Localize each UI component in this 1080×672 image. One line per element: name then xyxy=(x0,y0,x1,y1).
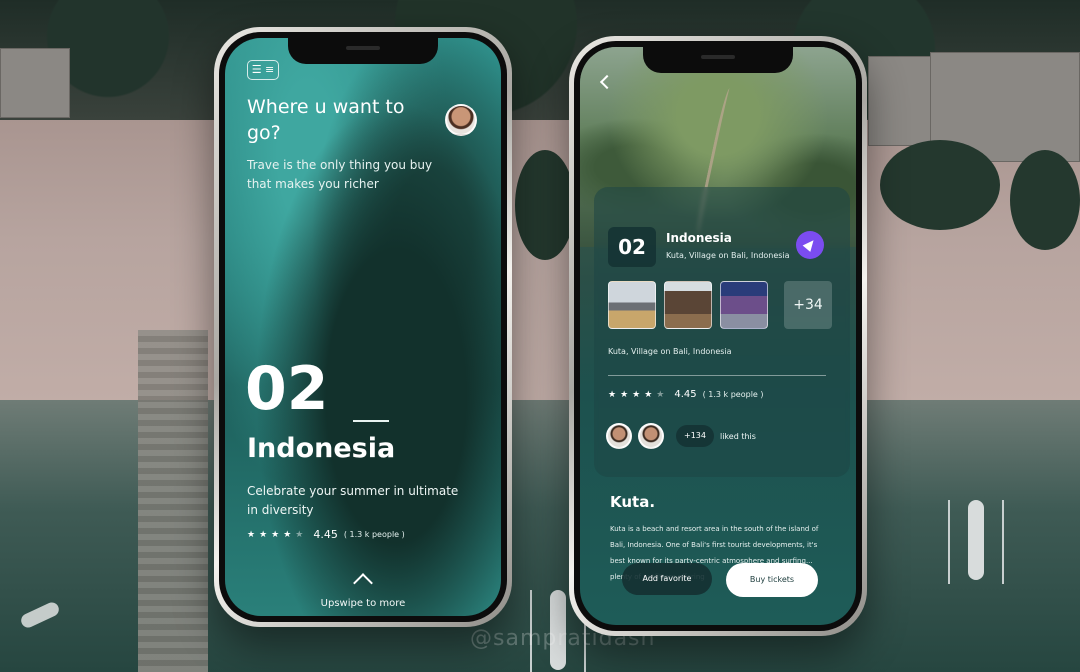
card-rating-row: ★★★★★ 4.45 ( 1.3 k people ) xyxy=(608,389,764,400)
rating-people: ( 1.3 k people ) xyxy=(702,390,764,399)
liker-avatar xyxy=(606,423,632,449)
rating-value: 4.45 xyxy=(313,528,338,541)
liker-avatar xyxy=(638,423,664,449)
chevron-up-icon[interactable] xyxy=(353,573,373,593)
card-number: 02 xyxy=(608,227,656,267)
background-building xyxy=(868,56,932,146)
card-location-full: Kuta, Village on Bali, Indonesia xyxy=(608,347,732,356)
add-favorite-button[interactable]: Add favorite xyxy=(622,563,712,595)
background-pier xyxy=(138,330,208,672)
place-title: Kuta. xyxy=(610,493,656,511)
swipe-hint[interactable]: Upswipe to more xyxy=(225,598,501,609)
rating-stars-icon: ★★★★★ xyxy=(608,389,669,400)
destination-number: 02 xyxy=(245,354,329,424)
gallery-thumbnail-mountain[interactable] xyxy=(608,281,656,329)
destination-card: 02 Indonesia Kuta, Village on Bali, Indo… xyxy=(594,187,850,477)
background-outrigger-boat xyxy=(948,500,1004,584)
number-divider xyxy=(353,420,389,422)
background-building xyxy=(0,48,70,118)
phone-notch xyxy=(643,47,793,73)
gallery-more-button[interactable]: +34 xyxy=(784,281,832,329)
phone-notch xyxy=(288,38,438,64)
buy-tickets-button[interactable]: Buy tickets xyxy=(726,563,818,597)
menu-button[interactable]: ☰ ≡ xyxy=(247,60,279,80)
card-country: Indonesia xyxy=(666,231,732,245)
page-title: Where u want to go? xyxy=(247,96,405,144)
navigate-icon[interactable] xyxy=(796,231,824,259)
liked-text: liked this xyxy=(719,431,756,441)
destination-description: Celebrate your summer in ultimate in div… xyxy=(247,484,459,517)
detail-screen: 02 Indonesia Kuta, Village on Bali, Indo… xyxy=(580,47,856,625)
rating-people: ( 1.3 k people ) xyxy=(343,530,405,539)
phone-mockup-detail: 02 Indonesia Kuta, Village on Bali, Indo… xyxy=(569,36,867,636)
rating-row: ★★★★★ 4.45 ( 1.3 k people ) xyxy=(247,528,405,541)
page-subtitle: Trave is the only thing you buy that mak… xyxy=(247,158,433,191)
rating-value: 4.45 xyxy=(674,389,697,400)
liked-count-badge[interactable]: +134 xyxy=(676,425,714,447)
menu-icon: ☰ ≡ xyxy=(251,63,275,76)
destination-country: Indonesia xyxy=(247,433,396,464)
phone-mockup-home: ☰ ≡ Where u want to go? Trave is the onl… xyxy=(214,27,512,627)
gallery-thumbnail-temple[interactable] xyxy=(664,281,712,329)
card-divider xyxy=(608,375,826,376)
rating-stars-icon: ★★★★★ xyxy=(247,529,308,540)
profile-avatar[interactable] xyxy=(445,104,477,136)
card-location: Kuta, Village on Bali, Indonesia xyxy=(666,251,790,260)
liked-row: +134 liked this xyxy=(606,423,756,449)
gallery-thumbnail-gate[interactable] xyxy=(720,281,768,329)
background-tree xyxy=(1010,150,1080,250)
background-tree xyxy=(515,150,575,260)
background-tree xyxy=(880,140,1000,230)
home-screen: ☰ ≡ Where u want to go? Trave is the onl… xyxy=(225,38,501,616)
